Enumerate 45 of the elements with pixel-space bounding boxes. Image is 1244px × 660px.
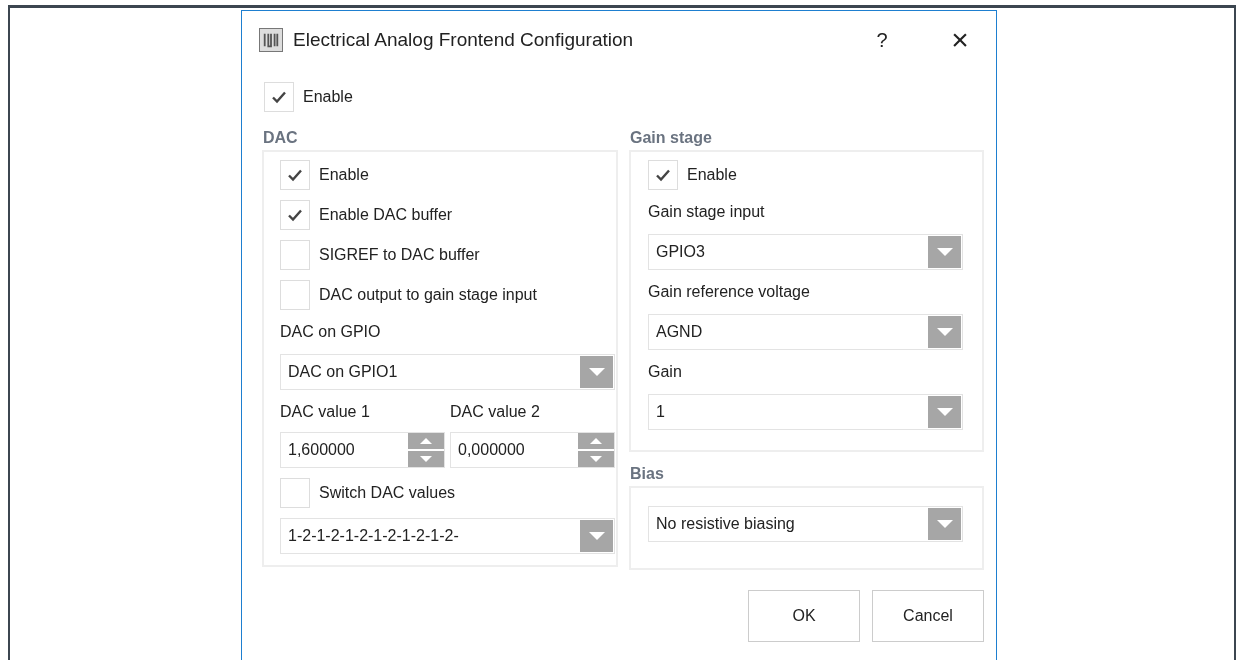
spin-up-icon[interactable] (408, 433, 444, 449)
section-title: Bias (630, 464, 665, 484)
dropdown[interactable]: 1 (648, 394, 963, 430)
check-icon (271, 89, 287, 105)
checkbox[interactable] (280, 240, 310, 270)
checkbox-label: DAC output to gain stage input (319, 285, 537, 305)
dropdown[interactable]: AGND (648, 314, 963, 350)
dialog-button[interactable]: Cancel (872, 590, 984, 642)
checkbox[interactable] (280, 160, 310, 190)
checkbox[interactable] (280, 280, 310, 310)
app-icon (259, 28, 283, 52)
spin-box[interactable]: 0,000000 (450, 432, 615, 468)
checkbox[interactable] (264, 82, 294, 112)
checkbox[interactable] (280, 200, 310, 230)
field-label: Gain reference voltage (648, 282, 811, 302)
window-title: Electrical Analog Frontend Configuration (293, 27, 635, 52)
dropdown[interactable]: GPIO3 (648, 234, 963, 270)
spin-up-icon[interactable] (578, 433, 614, 449)
checkbox-label: SIGREF to DAC buffer (319, 245, 480, 265)
checkbox[interactable] (648, 160, 678, 190)
checkbox-label: Enable (687, 165, 737, 185)
field-label: DAC value 1 (280, 402, 371, 422)
field-label: Gain (648, 362, 683, 382)
spin-box[interactable]: 1,600000 (280, 432, 445, 468)
close-button[interactable]: × (942, 25, 978, 55)
checkbox-label: Enable DAC buffer (319, 205, 453, 225)
dropdown[interactable]: No resistive biasing (648, 506, 963, 542)
spin-down-icon[interactable] (578, 451, 614, 467)
checkbox-label: Switch DAC values (319, 483, 456, 503)
field-label: DAC value 2 (450, 402, 541, 422)
checkbox-label: Enable (319, 165, 369, 185)
checkbox-label: Enable (303, 87, 353, 107)
dialog-button[interactable]: OK (748, 590, 860, 642)
field-label: DAC on GPIO (280, 322, 382, 342)
checkbox[interactable] (280, 478, 310, 508)
check-icon (655, 167, 671, 183)
check-icon (287, 167, 303, 183)
section-title: Gain stage (630, 128, 713, 148)
check-icon (287, 207, 303, 223)
section-title: DAC (263, 128, 299, 148)
spin-down-icon[interactable] (408, 451, 444, 467)
dropdown[interactable]: DAC on GPIO1 (280, 354, 615, 390)
dropdown[interactable]: 1-2-1-2-1-2-1-2-1-2-1-2- (280, 518, 615, 554)
help-button[interactable]: ? (864, 25, 900, 55)
field-label: Gain stage input (648, 202, 766, 222)
